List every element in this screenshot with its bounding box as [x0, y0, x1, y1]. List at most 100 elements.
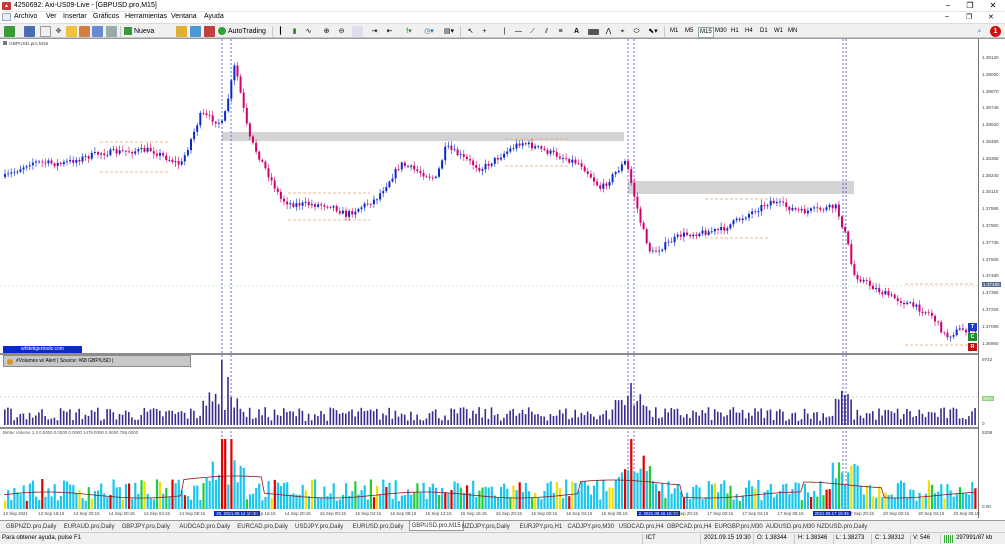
close-icon[interactable]: ✕ [982, 0, 1004, 12]
autoscroll-icon[interactable]: ⇤ [385, 26, 394, 37]
timeframe-m30[interactable]: M30 [714, 27, 728, 36]
volume-bar [645, 406, 648, 425]
tile-windows-icon[interactable] [352, 26, 363, 37]
tab-gbpusd-pro-m15[interactable]: GBPUSD.pro,M15 [408, 521, 464, 531]
terminal-icon[interactable] [79, 26, 90, 37]
better-volume-bar [13, 488, 16, 509]
tab-eurcad-pro-daily[interactable]: EURCAD.pro,Daily [235, 522, 290, 532]
crosshair-move-icon[interactable]: ✥ [54, 26, 63, 37]
candle [695, 234, 698, 236]
tab-eurgbp-pro-m30[interactable]: EURGBP.pro,M30 [713, 522, 765, 532]
menu-ayuda[interactable]: Ayuda [204, 13, 224, 20]
tab-cadjpy-pro-m30[interactable]: CADJPY.pro,M30 [566, 522, 617, 532]
watermark-link[interactable]: whitetigertools.com [3, 346, 82, 353]
timeframe-m5[interactable]: M5 [684, 27, 694, 36]
new-chart-icon[interactable] [4, 26, 15, 37]
restore-icon[interactable]: ❐ [959, 0, 981, 12]
channel-icon[interactable]: ⫽ [542, 26, 551, 37]
chart-canvas[interactable] [0, 39, 978, 518]
cursor-icon[interactable]: ↖ [466, 26, 475, 37]
autotrading-button[interactable]: AutoTrading [218, 26, 268, 37]
trendline-icon[interactable]: ⟋ [528, 26, 537, 37]
indicators-icon[interactable]: f▾ [402, 26, 416, 37]
side-button-c[interactable]: C [968, 333, 977, 341]
signals-icon[interactable] [204, 26, 215, 37]
chart-shift-icon[interactable]: ⇥ [370, 26, 379, 37]
timeframe-h4[interactable]: H4 [744, 27, 754, 36]
market-icon[interactable] [190, 26, 201, 37]
label-icon[interactable] [588, 29, 599, 35]
candle [884, 291, 887, 295]
zoom-out-icon[interactable]: ⊖ [337, 26, 346, 37]
alert-badge[interactable]: 1 [990, 26, 1001, 37]
tab-gbpjpy-pro-daily[interactable]: GBPJPY.pro,Daily [120, 522, 172, 532]
volume-bar [292, 411, 294, 425]
candlestick-icon[interactable]: ▮ [290, 26, 299, 37]
tab-euraud-pro-daily[interactable]: EURAUD.pro,Daily [62, 522, 117, 532]
chart-window-icon[interactable] [2, 13, 11, 21]
menu-graficos[interactable]: Gráficos [93, 13, 119, 20]
candle [245, 107, 248, 124]
side-button-r[interactable]: R [968, 343, 977, 351]
timeframe-m1[interactable]: M1 [669, 27, 679, 36]
tester-icon[interactable] [92, 26, 103, 37]
vertical-line-icon[interactable]: | [500, 26, 509, 37]
navigator-icon[interactable] [66, 26, 77, 37]
profiles-icon[interactable] [24, 26, 35, 37]
timeframe-m15[interactable]: M15 [698, 27, 714, 38]
menu-ventana[interactable]: Ventana [171, 13, 197, 20]
zoom-in-icon[interactable]: ⊕ [322, 26, 331, 37]
horizontal-line-icon[interactable]: — [514, 26, 523, 37]
search-icon[interactable]: ⌕ [975, 26, 984, 37]
fibonacci-icon[interactable]: ≡ [556, 26, 565, 37]
tab-eurjpy-pro-h1[interactable]: EURJPY.pro,H1 [518, 522, 565, 532]
status-profile[interactable]: ICT [646, 535, 656, 541]
menu-ver[interactable]: Ver [46, 13, 57, 20]
text-icon[interactable]: A [572, 26, 581, 37]
tab-nzdjpy-pro-daily[interactable]: NZDJPY.pro,Daily [460, 522, 512, 532]
window-close-icon[interactable]: ✕ [988, 13, 994, 21]
side-button-t[interactable]: T [968, 323, 977, 331]
candle [509, 148, 512, 152]
window-minimize-icon[interactable]: – [945, 13, 949, 20]
line-chart-icon[interactable]: ∿ [304, 26, 313, 37]
tab-gbpcad-pro-h4[interactable]: GBPCAD.pro,H4 [665, 522, 714, 532]
tab-audcad-pro-daily[interactable]: AUDCAD.pro,Daily [177, 522, 232, 532]
chart-window[interactable]: GBPUSD.pro,M15 whitetigertools.com #Volu… [0, 38, 1005, 518]
better-volume-bar [828, 489, 831, 509]
timeframe-d1[interactable]: D1 [759, 27, 769, 36]
candle [704, 230, 707, 235]
templates-icon[interactable]: ▤▾ [442, 26, 456, 37]
tab-audusd-pro-m30[interactable]: AUDUSD.pro,M30 [764, 522, 817, 532]
menu-insertar[interactable]: Insertar [63, 13, 87, 20]
bar-chart-icon[interactable]: ┃ [276, 26, 285, 37]
pane-separator[interactable] [0, 427, 978, 429]
options-icon[interactable] [106, 26, 117, 37]
ellipse-icon[interactable]: ⬭ [632, 26, 641, 37]
volume-bar [599, 415, 601, 425]
tab-usdjpy-pro-daily[interactable]: USDJPY.pro,Daily [293, 522, 345, 532]
arrows-icon[interactable]: ⬉▾ [646, 26, 660, 37]
metaeditor-icon[interactable] [176, 26, 187, 37]
timeframe-w1[interactable]: W1 [773, 27, 784, 36]
crosshair-icon[interactable]: + [480, 26, 489, 37]
price-label: 1.37605 [982, 256, 999, 262]
menu-archivo[interactable]: Archivo [14, 13, 37, 20]
periods-icon[interactable]: ◷▾ [422, 26, 436, 37]
tab-nzdusd-pro-daily[interactable]: NZDUSD.pro,Daily [815, 522, 869, 532]
minimize-icon[interactable]: – [937, 0, 959, 12]
menu-herramientas[interactable]: Herramientas [125, 13, 167, 20]
new-order-button[interactable]: Nueva orden [124, 26, 174, 46]
window-restore-icon[interactable]: ❐ [966, 13, 972, 21]
tab-usdcad-pro-h4[interactable]: USDCAD.pro,H4 [617, 522, 666, 532]
gann-icon[interactable]: ⌖ [618, 26, 627, 37]
chart-window-icon[interactable] [40, 26, 51, 37]
volume-bar [338, 413, 341, 425]
tab-gbpnzd-pro-daily[interactable]: GBPNZD.pro,Daily [4, 522, 58, 532]
connection-icon [944, 535, 954, 543]
timeframe-h1[interactable]: H1 [730, 27, 740, 36]
price-axis[interactable]: 1.39120 1.39000 1.38870 1.38745 1.38620 1.384… [978, 39, 1005, 518]
tab-eurusd-pro-daily[interactable]: EURUSD.pro,Daily [351, 522, 406, 532]
timeframe-mn[interactable]: MN [787, 27, 798, 36]
pitchfork-icon[interactable]: ⋀ [604, 26, 613, 37]
